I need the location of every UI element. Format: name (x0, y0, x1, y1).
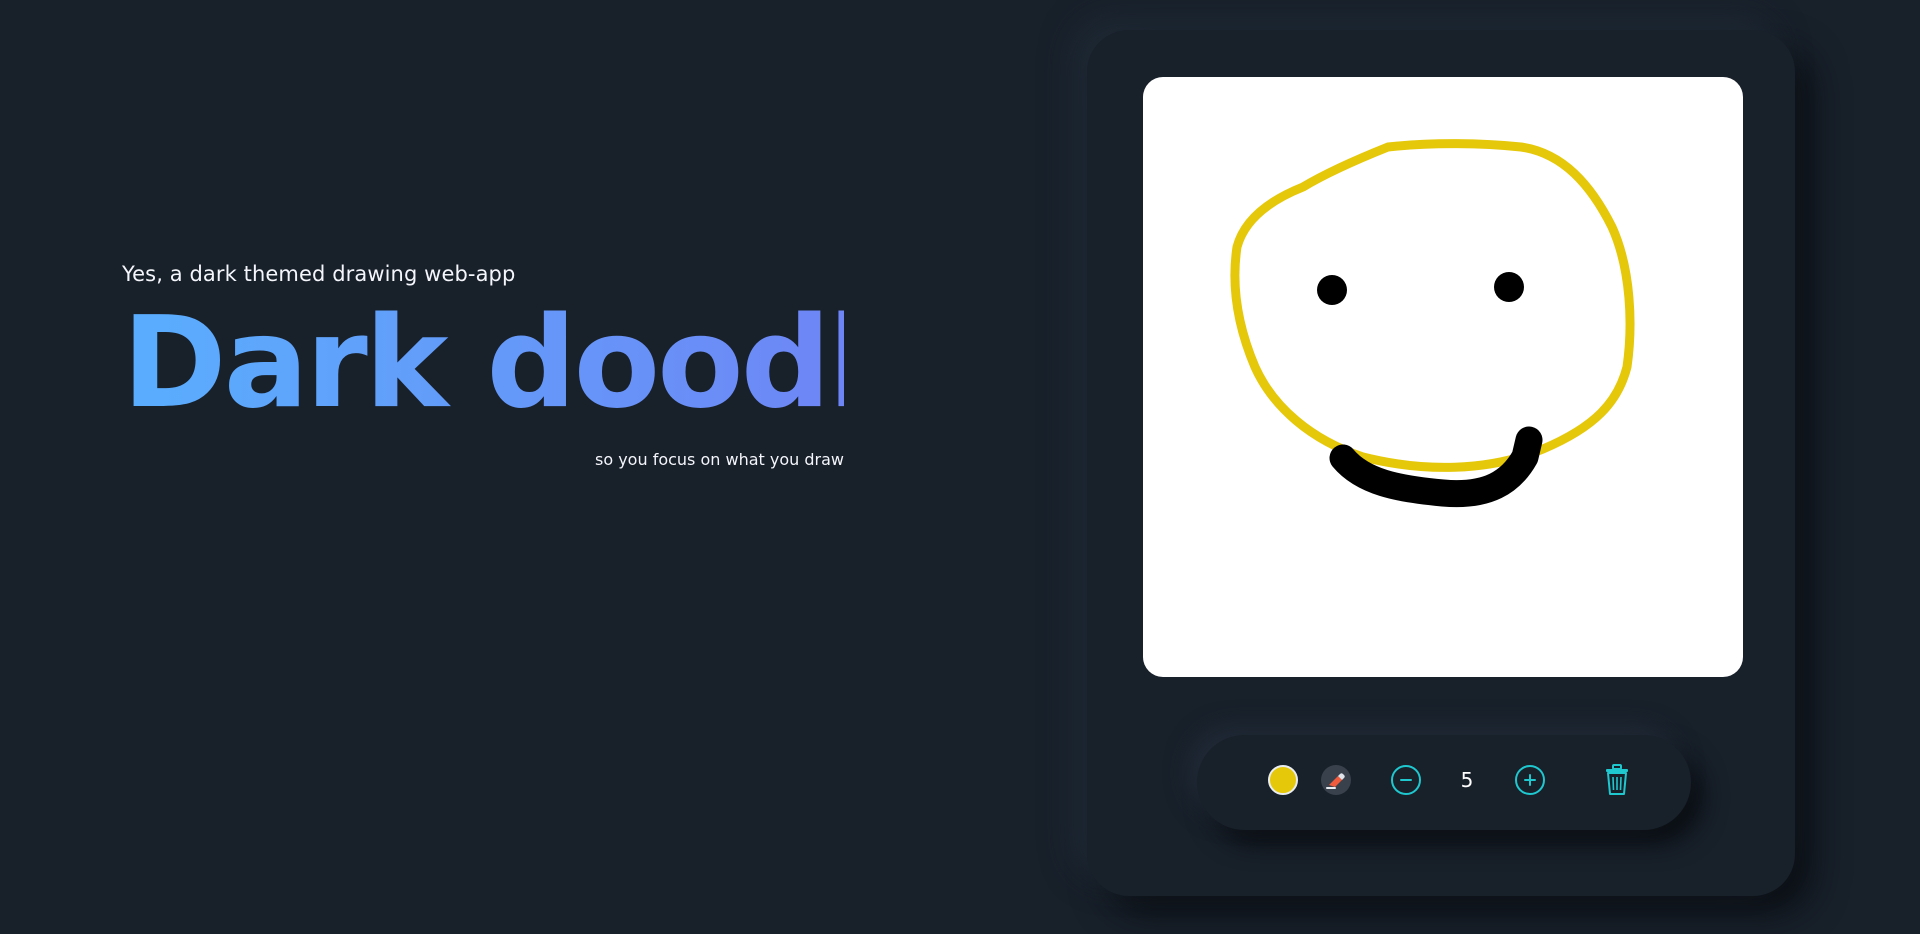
face-outline-stroke (1230, 139, 1635, 472)
app-page: Yes, a dark themed drawing web-app Dark … (0, 0, 1920, 934)
color-picker-button[interactable] (1268, 765, 1298, 795)
page-title: Dark doodle (122, 289, 954, 436)
plus-icon (1524, 774, 1536, 786)
hero-section: Yes, a dark themed drawing web-app Dark … (122, 262, 954, 469)
tagline: Yes, a dark themed drawing web-app (122, 262, 516, 286)
right-eye-dot (1494, 272, 1524, 302)
eraser-button[interactable] (1321, 765, 1351, 795)
drawing-canvas[interactable] (1143, 77, 1743, 677)
minus-icon (1400, 779, 1412, 781)
left-eye-dot (1317, 275, 1347, 305)
eraser-icon (1326, 773, 1345, 789)
increase-size-button[interactable] (1515, 765, 1545, 795)
decrease-size-button[interactable] (1391, 765, 1421, 795)
drawing-toolbar: 5 (1197, 735, 1691, 830)
brush-size-value: 5 (1460, 768, 1474, 792)
clear-canvas-button[interactable] (1604, 764, 1630, 796)
doodle-drawing (1230, 139, 1635, 508)
subtitle: so you focus on what you draw (595, 450, 844, 469)
trash-icon (1606, 764, 1628, 795)
